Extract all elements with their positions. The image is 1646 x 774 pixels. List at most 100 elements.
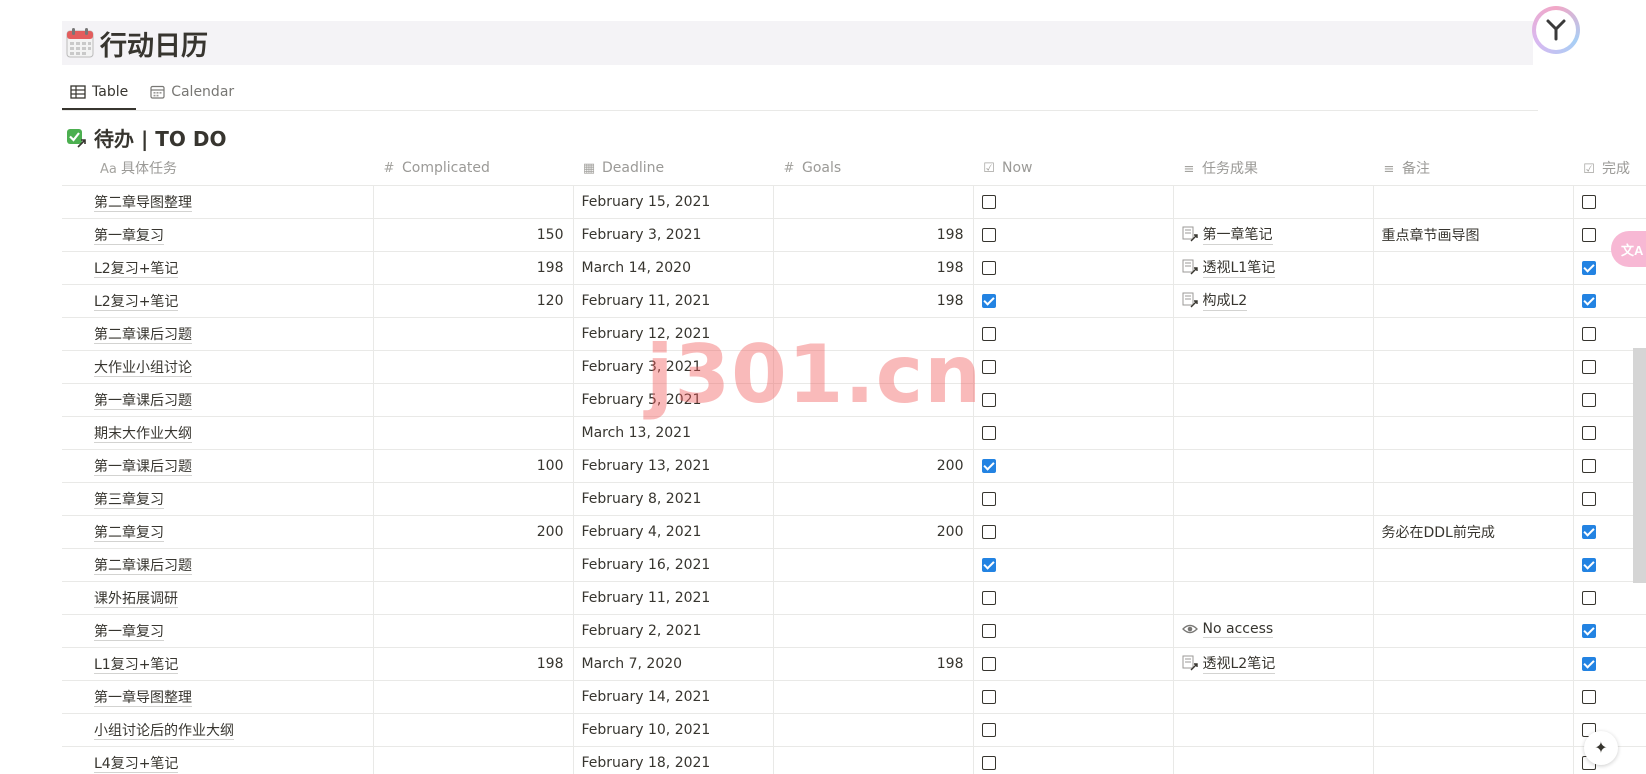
cell-result[interactable]: [1173, 713, 1374, 747]
column-header-deadline[interactable]: ▦ Deadline: [573, 151, 773, 186]
cell-goals[interactable]: [773, 614, 974, 648]
cell-note[interactable]: [1373, 680, 1574, 714]
result-page-link[interactable]: No access: [1181, 621, 1274, 638]
cell-complicated[interactable]: [373, 350, 574, 384]
column-header-note[interactable]: ≡ 备注: [1373, 151, 1573, 186]
task-title[interactable]: 课外拓展调研: [94, 591, 178, 608]
now-checkbox[interactable]: [981, 360, 996, 374]
now-checkbox[interactable]: [981, 459, 996, 473]
cell-goals[interactable]: [773, 416, 974, 450]
now-checkbox[interactable]: [981, 756, 996, 770]
table-row[interactable]: 第三章复习 February 8, 2021: [62, 482, 1646, 516]
now-checkbox[interactable]: [981, 294, 996, 308]
table-row[interactable]: 第一章复习 February 2, 2021 No access: [62, 614, 1646, 648]
table-row[interactable]: 第一章课后习题 February 5, 2021: [62, 383, 1646, 417]
table-row[interactable]: 第二章课后习题 February 12, 2021: [62, 317, 1646, 351]
translate-button[interactable]: 文A: [1611, 231, 1646, 267]
cell-task[interactable]: 第二章课后习题: [62, 548, 374, 582]
now-checkbox[interactable]: [981, 657, 996, 671]
cell-note[interactable]: [1373, 713, 1574, 747]
cell-note[interactable]: [1373, 581, 1574, 615]
done-checkbox[interactable]: [1581, 591, 1596, 605]
table-row[interactable]: 第一章导图整理 February 14, 2021: [62, 680, 1646, 714]
cell-task[interactable]: 第三章复习: [62, 482, 374, 516]
cell-task[interactable]: 第一章课后习题: [62, 383, 374, 417]
cell-note[interactable]: [1373, 251, 1574, 285]
now-checkbox[interactable]: [981, 228, 996, 242]
cell-complicated[interactable]: [373, 482, 574, 516]
cell-task[interactable]: 第二章导图整理: [62, 185, 374, 219]
cell-note[interactable]: [1373, 416, 1574, 450]
cell-task[interactable]: 第一章导图整理: [62, 680, 374, 714]
cell-note[interactable]: [1373, 284, 1574, 318]
table-row[interactable]: 第一章课后习题 100 February 13, 2021 200: [62, 449, 1646, 483]
task-title[interactable]: 第一章复习: [94, 624, 164, 641]
cell-result[interactable]: No access: [1173, 614, 1374, 648]
cell-complicated[interactable]: [373, 581, 574, 615]
cell-result[interactable]: [1173, 350, 1374, 384]
cell-complicated[interactable]: [373, 416, 574, 450]
now-checkbox[interactable]: [981, 723, 996, 737]
cell-task[interactable]: L4复习+笔记: [62, 746, 374, 774]
cell-result[interactable]: [1173, 482, 1374, 516]
column-header-goals[interactable]: # Goals: [773, 151, 973, 186]
cell-deadline[interactable]: February 13, 2021: [573, 449, 774, 483]
cell-deadline[interactable]: March 13, 2021: [573, 416, 774, 450]
cell-task[interactable]: L2复习+笔记: [62, 284, 374, 318]
cell-note[interactable]: [1373, 317, 1574, 351]
cell-deadline[interactable]: February 3, 2021: [573, 218, 774, 252]
cell-result[interactable]: 第一章笔记: [1173, 218, 1374, 252]
cell-complicated[interactable]: [373, 746, 574, 774]
now-checkbox[interactable]: [981, 426, 996, 440]
result-page-link[interactable]: 构成L2: [1182, 290, 1248, 311]
now-checkbox[interactable]: [981, 558, 996, 572]
cell-note[interactable]: 务必在DDL前完成: [1373, 515, 1574, 549]
task-title[interactable]: 第二章课后习题: [94, 327, 192, 344]
cell-deadline[interactable]: February 8, 2021: [573, 482, 774, 516]
result-page-link[interactable]: 透视L1笔记: [1182, 257, 1276, 278]
cell-result[interactable]: [1173, 383, 1374, 417]
done-checkbox[interactable]: [1581, 624, 1596, 638]
cell-goals[interactable]: 200: [773, 515, 974, 549]
done-checkbox[interactable]: [1581, 195, 1596, 209]
cell-deadline[interactable]: February 2, 2021: [573, 614, 774, 648]
task-title[interactable]: 小组讨论后的作业大纲: [94, 723, 234, 740]
cell-task[interactable]: 第一章复习: [62, 218, 374, 252]
now-checkbox[interactable]: [981, 591, 996, 605]
table-row[interactable]: L1复习+笔记 198 March 7, 2020 198 透视L2笔记: [62, 647, 1646, 681]
section-title[interactable]: 待办 | TO DO: [66, 123, 226, 152]
cell-result[interactable]: 透视L2笔记: [1173, 647, 1374, 681]
task-title[interactable]: 第一章课后习题: [94, 393, 192, 410]
cell-complicated[interactable]: [373, 713, 574, 747]
ai-sparkle-button[interactable]: ✦: [1584, 731, 1618, 765]
tab-table[interactable]: Table: [62, 76, 137, 110]
cell-result[interactable]: [1173, 185, 1374, 219]
cell-task[interactable]: 小组讨论后的作业大纲: [62, 713, 374, 747]
cell-result[interactable]: [1173, 680, 1374, 714]
done-checkbox[interactable]: [1581, 327, 1596, 341]
cell-deadline[interactable]: February 4, 2021: [573, 515, 774, 549]
cell-deadline[interactable]: February 11, 2021: [573, 581, 774, 615]
cell-deadline[interactable]: March 7, 2020: [573, 647, 774, 681]
cell-complicated[interactable]: 198: [373, 647, 574, 681]
done-checkbox[interactable]: [1581, 360, 1596, 374]
cell-note[interactable]: [1373, 746, 1574, 774]
cell-result[interactable]: [1173, 317, 1374, 351]
cell-goals[interactable]: 198: [773, 284, 974, 318]
cell-complicated[interactable]: [373, 680, 574, 714]
task-title[interactable]: 第二章课后习题: [94, 558, 192, 575]
done-checkbox[interactable]: [1581, 657, 1596, 671]
done-checkbox[interactable]: [1581, 459, 1596, 473]
cell-complicated[interactable]: 200: [373, 515, 574, 549]
cell-deadline[interactable]: February 5, 2021: [573, 383, 774, 417]
task-title[interactable]: 第二章复习: [94, 525, 164, 542]
cell-result[interactable]: [1173, 416, 1374, 450]
task-title[interactable]: 第三章复习: [94, 492, 164, 509]
table-row[interactable]: 第二章导图整理 February 15, 2021: [62, 185, 1646, 219]
tab-calendar[interactable]: Calendar: [142, 76, 242, 108]
done-checkbox[interactable]: [1581, 690, 1596, 704]
table-row[interactable]: 课外拓展调研 February 11, 2021: [62, 581, 1646, 615]
cell-task[interactable]: L1复习+笔记: [62, 647, 374, 681]
now-checkbox[interactable]: [981, 327, 996, 341]
task-title[interactable]: 第一章课后习题: [94, 459, 192, 476]
